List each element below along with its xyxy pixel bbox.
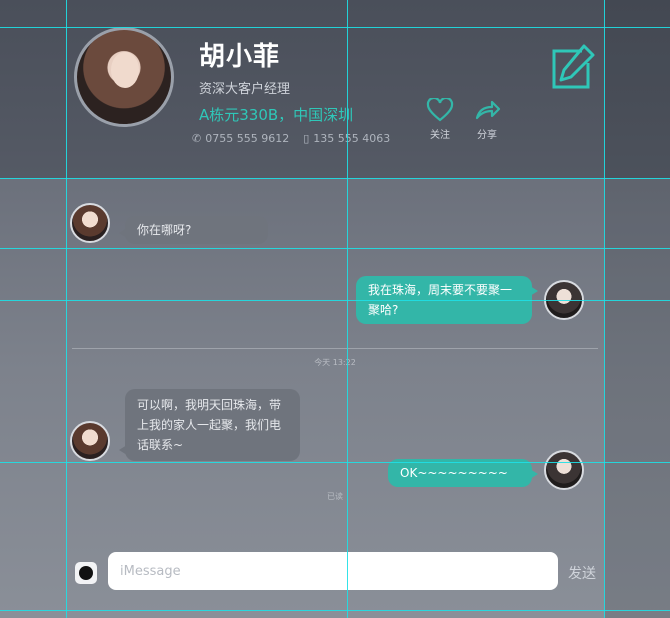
sender-avatar[interactable] [70, 421, 110, 461]
read-receipt: 已读 [327, 492, 343, 501]
divider-timestamp: 今天 13:22 [314, 358, 356, 367]
guide-line [0, 610, 670, 611]
guide-line [0, 248, 670, 249]
time-divider [72, 348, 598, 349]
follow-button[interactable]: 关注 [420, 98, 460, 141]
mobile-number[interactable]: 135 555 4063 [313, 132, 390, 145]
profile-avatar[interactable] [74, 27, 174, 127]
send-button[interactable]: 发送 [568, 563, 596, 583]
profile-title: 资深大客户经理 [199, 82, 291, 97]
message-in-2: 可以啊，我明天回珠海，带上我的家人一起聚，我们电话联系~ [119, 389, 300, 461]
phone-icon: ✆ [192, 132, 202, 145]
heart-icon [426, 98, 454, 122]
share-icon [475, 100, 501, 120]
guide-line [66, 0, 67, 618]
guide-line [0, 462, 670, 463]
edit-icon[interactable] [546, 43, 596, 93]
share-label: 分享 [477, 130, 497, 141]
share-button[interactable]: 分享 [467, 98, 507, 141]
sender-avatar[interactable] [70, 203, 110, 243]
guide-line [0, 178, 670, 179]
mobile-icon: ▯ [303, 132, 310, 145]
self-avatar[interactable] [544, 450, 584, 490]
profile-address: A栋元330B，中国深圳 [199, 106, 354, 124]
follow-label: 关注 [430, 130, 450, 141]
profile-name: 胡小菲 [199, 42, 281, 72]
guide-line [604, 0, 605, 618]
camera-icon[interactable] [75, 562, 97, 584]
message-out-2: OK~~~~~~~~~ [388, 459, 538, 487]
phone-number[interactable]: 0755 555 9612 [205, 132, 289, 145]
guide-line [347, 0, 348, 618]
guide-line [0, 27, 670, 28]
contact-info: ✆ 0755 555 9612 ▯ 135 555 4063 [192, 132, 390, 145]
message-in-1: 你在哪呀? [119, 216, 268, 244]
right-panel-strip [604, 0, 670, 618]
message-input[interactable] [108, 552, 558, 590]
avatar-face [111, 52, 139, 88]
guide-line [0, 300, 670, 301]
